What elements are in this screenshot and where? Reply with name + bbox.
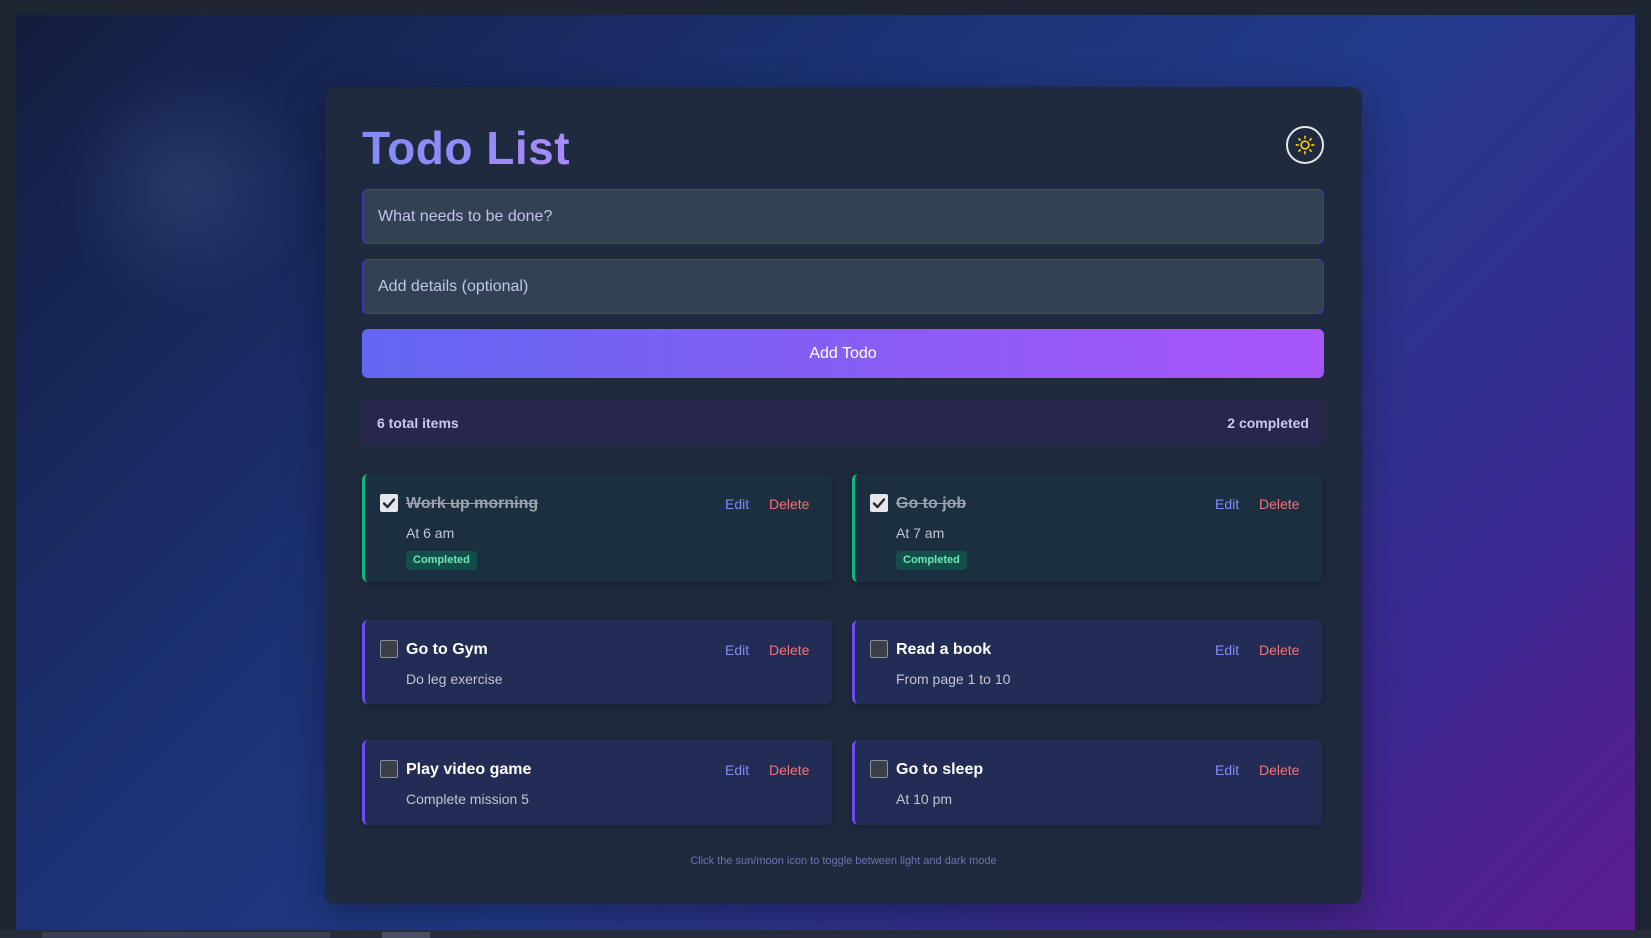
delete-button[interactable]: Delete: [1259, 496, 1299, 512]
todo-item: Work up morning Edit Delete At 6 am Comp…: [362, 474, 832, 582]
page-title: Todo List: [362, 122, 571, 174]
theme-hint-text: Click the sun/moon icon to toggle betwee…: [690, 855, 997, 867]
todo-title: Play video game: [406, 761, 532, 778]
taskbar-item[interactable]: [42, 932, 330, 938]
todo-title: Go to Gym: [406, 641, 488, 658]
delete-button[interactable]: Delete: [769, 642, 809, 658]
todo-details: At 6 am: [406, 525, 455, 541]
todo-title-input[interactable]: [362, 189, 1324, 244]
todo-checkbox[interactable]: [380, 494, 398, 512]
todo-checkbox[interactable]: [870, 494, 888, 512]
todo-title: Go to job: [896, 495, 967, 512]
taskbar-strip: [0, 930, 1651, 938]
todo-details: From page 1 to 10: [896, 671, 1011, 687]
edit-button[interactable]: Edit: [725, 642, 749, 658]
todo-checkbox[interactable]: [870, 640, 888, 658]
todo-details-input[interactable]: [362, 259, 1324, 314]
checkmark-icon: [382, 498, 396, 509]
todo-title: Work up morning: [406, 495, 539, 512]
todo-details: Do leg exercise: [406, 671, 503, 687]
todo-checkbox[interactable]: [870, 760, 888, 778]
todo-card: Todo List Add Todo 6 total items: [325, 87, 1362, 904]
todo-item: Go to sleep Edit Delete At 10 pm: [852, 740, 1322, 825]
sun-icon: [1295, 135, 1315, 155]
checkmark-icon: [872, 498, 886, 509]
todo-title: Read a book: [896, 641, 992, 658]
delete-button[interactable]: Delete: [1259, 762, 1299, 778]
completed-badge: Completed: [406, 551, 477, 570]
edit-button[interactable]: Edit: [725, 762, 749, 778]
todo-checkbox[interactable]: [380, 760, 398, 778]
theme-toggle-button[interactable]: [1286, 126, 1324, 164]
todo-checkbox[interactable]: [380, 640, 398, 658]
taskbar-item[interactable]: [382, 932, 430, 938]
delete-button[interactable]: Delete: [769, 496, 809, 512]
delete-button[interactable]: Delete: [769, 762, 809, 778]
completed-badge: Completed: [896, 551, 967, 570]
todo-details: At 7 am: [896, 525, 945, 541]
todo-item: Go to job Edit Delete At 7 am Completed: [852, 474, 1322, 582]
todo-item: Read a book Edit Delete From page 1 to 1…: [852, 620, 1322, 704]
total-items-count: 6 total items: [377, 415, 459, 431]
todo-item: Go to Gym Edit Delete Do leg exercise: [362, 620, 832, 704]
delete-button[interactable]: Delete: [1259, 642, 1299, 658]
add-todo-button[interactable]: Add Todo: [362, 329, 1324, 378]
todo-details: At 10 pm: [896, 791, 953, 807]
app-background: Todo List Add Todo 6 total items: [16, 15, 1635, 930]
todo-title: Go to sleep: [896, 761, 984, 778]
stats-bar: 6 total items 2 completed: [362, 400, 1324, 446]
edit-button[interactable]: Edit: [1215, 762, 1239, 778]
edit-button[interactable]: Edit: [1215, 496, 1239, 512]
todo-details: Complete mission 5: [406, 791, 529, 807]
background-glow: [56, 55, 316, 315]
edit-button[interactable]: Edit: [1215, 642, 1239, 658]
edit-button[interactable]: Edit: [725, 496, 749, 512]
todo-item: Play video game Edit Delete Complete mis…: [362, 740, 832, 825]
completed-items-count: 2 completed: [1227, 415, 1309, 431]
